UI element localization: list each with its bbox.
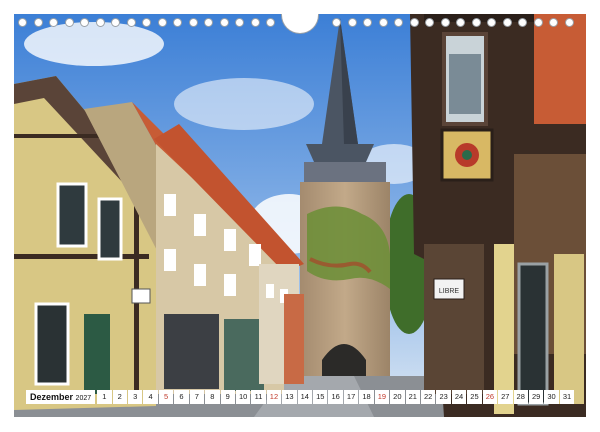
binding-ring [126, 18, 136, 27]
binding-ring [250, 18, 260, 27]
calendar-day: 21 [405, 390, 420, 404]
calendar-day: 10 [235, 390, 251, 404]
binding-ring [173, 18, 182, 27]
month-name: Dezember [30, 392, 74, 402]
calendar-day: 8 [205, 390, 220, 404]
binding-ring [266, 18, 275, 27]
binding-ring [188, 18, 198, 27]
binding-ring [49, 18, 58, 27]
calendar-day: 19 [374, 390, 390, 404]
calendar-day: 7 [189, 390, 205, 404]
year-label: 2027 [75, 395, 92, 402]
binding-ring [363, 18, 372, 27]
binding-rings [14, 16, 586, 32]
hanging-sign [131, 288, 151, 304]
calendar-day: 13 [282, 390, 297, 404]
binding-ring [18, 18, 27, 27]
right-building: LIBRE [410, 14, 586, 417]
calendar-page: LIBRE Dezember 2027 1 2 3 4 5 6 7 8 9 10 11 12 13 14 1… [0, 0, 600, 432]
shop-sign-text: LIBRE [439, 288, 460, 295]
binding-ring [64, 18, 74, 27]
calendar-day: 15 [313, 390, 328, 404]
calendar-day: 23 [436, 390, 451, 404]
binding-ring [456, 18, 465, 27]
binding-ring [409, 18, 419, 27]
binding-ring [204, 18, 213, 27]
calendar-day: 24 [451, 390, 467, 404]
calendar-day: 6 [174, 390, 189, 404]
calendar-day: 20 [390, 390, 405, 404]
binding-ring [502, 18, 512, 27]
calendar-day: 9 [220, 390, 235, 404]
calendar-day: 3 [127, 390, 143, 404]
calendar-day: 25 [467, 390, 482, 404]
binding-ring [549, 18, 558, 27]
calendar-day: 29 [528, 390, 544, 404]
calendar-day: 1 [97, 390, 112, 404]
calendar-day: 28 [513, 390, 528, 404]
calendar-day: 2 [112, 390, 127, 404]
binding-ring [487, 18, 496, 27]
calendar-day: 11 [251, 390, 266, 404]
binding-ring [219, 18, 229, 27]
calendar-day: 12 [266, 390, 282, 404]
street-photo: LIBRE [14, 14, 586, 417]
binding-ring [332, 18, 341, 27]
binding-ring [378, 18, 388, 27]
calendar-day: 16 [328, 390, 343, 404]
calendar-day: 27 [498, 390, 513, 404]
binding-ring [394, 18, 403, 27]
binding-ring [425, 18, 434, 27]
binding-ring [111, 18, 120, 27]
binding-ring [235, 18, 244, 27]
calendar-day: 22 [420, 390, 436, 404]
binding-ring [157, 18, 167, 27]
binding-ring [33, 18, 43, 27]
month-label: Dezember 2027 [26, 390, 96, 404]
binding-ring [518, 18, 527, 27]
day-list: 1 2 3 4 5 6 7 8 9 10 11 12 13 14 15 16 17 18 19 20 21 22 23 24 2… [97, 390, 575, 404]
calendar-strip: Dezember 2027 1 2 3 4 5 6 7 8 9 10 11 12 13 14 15 16 17 1… [26, 390, 575, 404]
binding-ring [80, 18, 89, 27]
binding-ring [95, 18, 105, 27]
binding-ring [471, 18, 481, 27]
calendar-day: 30 [544, 390, 559, 404]
binding-ring [533, 18, 543, 27]
calendar-day: 26 [482, 390, 498, 404]
binding-ring [142, 18, 151, 27]
calendar-day: 5 [158, 390, 174, 404]
calendar-day: 17 [343, 390, 359, 404]
calendar-day: 31 [559, 390, 575, 404]
cloud [174, 78, 314, 130]
town-gate-scene: LIBRE [14, 14, 586, 417]
calendar-day: 18 [359, 390, 374, 404]
binding-ring [440, 18, 450, 27]
binding-ring [347, 18, 357, 27]
binding-ring [564, 18, 574, 27]
calendar-day: 14 [297, 390, 313, 404]
calendar-day: 4 [143, 390, 158, 404]
